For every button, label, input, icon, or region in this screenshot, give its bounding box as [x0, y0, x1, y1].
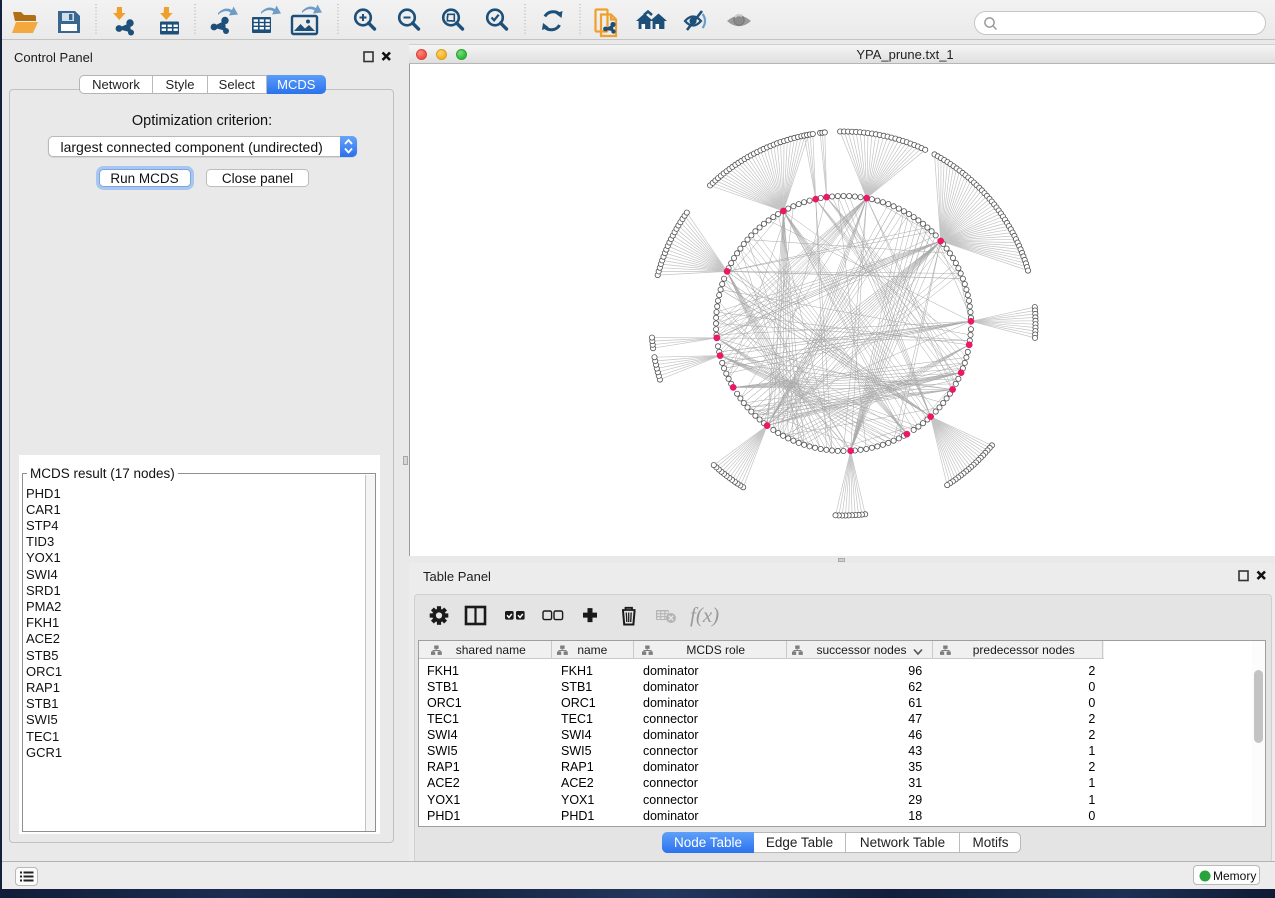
svg-text:f(x): f(x) — [690, 603, 719, 627]
